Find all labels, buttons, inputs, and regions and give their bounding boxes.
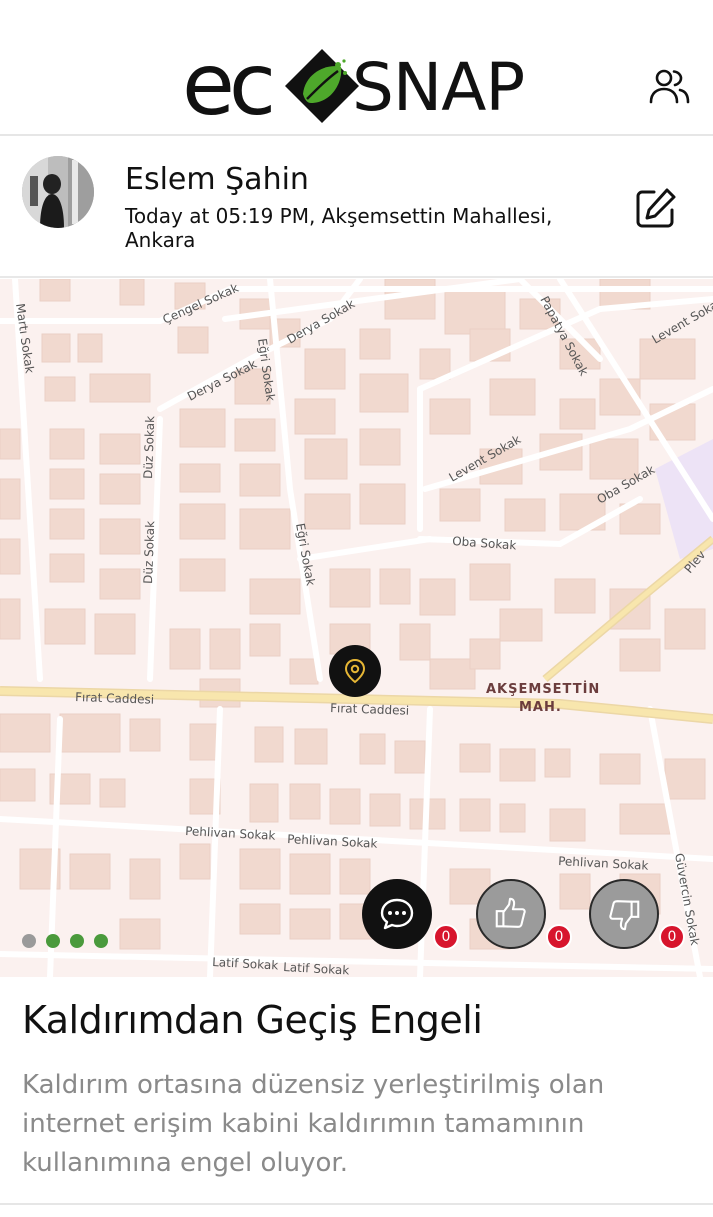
district-label: MAH. bbox=[519, 700, 562, 715]
thumbs-up-icon bbox=[495, 897, 526, 928]
map-layer: Çengel Sokak Derya Sokak Derya Sokak Eğr… bbox=[0, 279, 713, 977]
app-header: ec SNAP bbox=[0, 0, 713, 136]
carousel-dot[interactable] bbox=[46, 934, 60, 948]
carousel-dot[interactable] bbox=[22, 934, 36, 948]
dislike-count-badge: 0 bbox=[659, 924, 685, 950]
street-label: Latif Sokak bbox=[283, 960, 350, 977]
leaf-logo-icon bbox=[285, 49, 359, 123]
users-icon[interactable] bbox=[647, 64, 691, 108]
carousel-indicator bbox=[22, 934, 108, 948]
ecosnap-logo[interactable]: ec SNAP bbox=[180, 42, 530, 132]
edit-icon[interactable] bbox=[634, 186, 678, 230]
thumbs-down-icon bbox=[609, 900, 640, 931]
post-meta: Today at 05:19 PM, Akşemsettin Mahallesi… bbox=[125, 204, 553, 252]
street-label: Fırat Caddesi bbox=[330, 701, 409, 718]
location-map[interactable]: Çengel Sokak Derya Sokak Derya Sokak Eğr… bbox=[0, 279, 713, 977]
street-label: Düz Sokak bbox=[141, 521, 157, 584]
comment-icon bbox=[380, 898, 414, 930]
comment-button[interactable] bbox=[362, 879, 432, 949]
location-pin-icon[interactable] bbox=[329, 645, 381, 697]
author-name[interactable]: Eslem Şahin bbox=[125, 162, 309, 197]
street-label: Düz Sokak bbox=[141, 416, 157, 479]
avatar[interactable] bbox=[22, 156, 94, 228]
dislike-button[interactable] bbox=[589, 879, 659, 949]
post-description: Kaldırım ortasına düzensiz yerleştirilmi… bbox=[22, 1070, 605, 1178]
comment-count-badge: 0 bbox=[433, 924, 459, 950]
like-count-badge: 0 bbox=[546, 924, 572, 950]
street-label: Fırat Caddesi bbox=[75, 690, 154, 707]
post-header: Eslem Şahin Today at 05:19 PM, Akşemsett… bbox=[0, 138, 713, 278]
carousel-dot[interactable] bbox=[94, 934, 108, 948]
logo-text-snap: SNAP bbox=[352, 49, 525, 126]
logo-text-eco: ec bbox=[182, 35, 276, 135]
like-button[interactable] bbox=[476, 879, 546, 949]
post-title: Kaldırımdan Geçiş Engeli bbox=[22, 998, 483, 1042]
district-label: AKŞEMSETTİN bbox=[486, 681, 600, 697]
carousel-dot[interactable] bbox=[70, 934, 84, 948]
divider bbox=[0, 1203, 713, 1205]
